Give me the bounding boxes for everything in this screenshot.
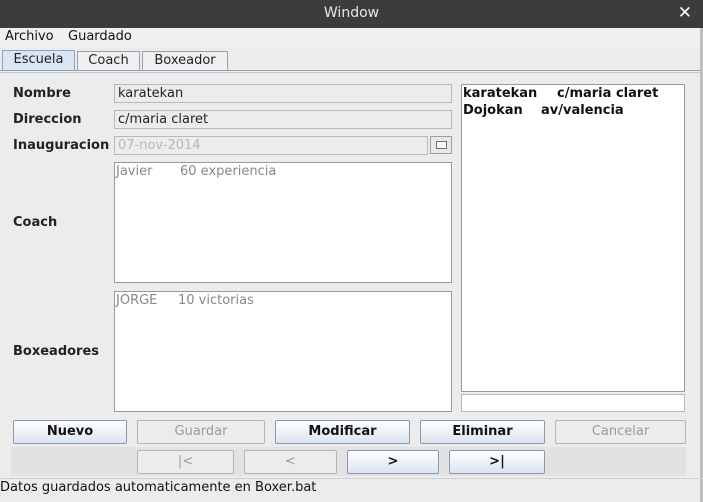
tab-divider — [0, 70, 703, 71]
tab-coach[interactable]: Coach — [77, 51, 140, 71]
coach-list-item[interactable]: Javier 60 experiencia — [116, 164, 276, 179]
search-field[interactable] — [461, 394, 685, 412]
menu-archivo[interactable]: Archivo — [5, 29, 54, 44]
previous-record-button[interactable]: < — [244, 450, 337, 474]
first-record-button[interactable]: |< — [137, 450, 234, 474]
title-bar: Window ✕ — [0, 0, 703, 28]
status-divider — [0, 478, 703, 479]
new-button[interactable]: Nuevo — [13, 420, 127, 444]
delete-button[interactable]: Eliminar — [420, 420, 545, 444]
status-bar: Datos guardados automaticamente en Boxer… — [0, 480, 317, 495]
next-record-button[interactable]: > — [347, 450, 439, 474]
school-name: Dojokan — [463, 103, 523, 118]
menu-bar: Archivo Guardado — [0, 28, 703, 48]
tab-divider-highlight — [0, 72, 703, 73]
cancel-button[interactable]: Cancelar — [555, 420, 686, 444]
coach-detail: 60 experiencia — [180, 164, 277, 179]
school-name: karatekan — [463, 86, 538, 101]
name-label: Nombre — [13, 86, 71, 101]
opening-date-field[interactable]: 07-nov-2014 — [114, 136, 428, 155]
window-title: Window — [323, 5, 380, 21]
calendar-icon — [436, 141, 447, 149]
school-list-item[interactable]: Dojokan av/valencia — [463, 103, 624, 118]
school-list-item[interactable]: karatekan c/maria claret — [463, 86, 658, 101]
school-address: av/valencia — [541, 103, 624, 118]
opening-label: Inauguracion — [13, 138, 110, 153]
last-record-button[interactable]: >| — [449, 450, 545, 474]
calendar-button[interactable] — [430, 136, 452, 154]
boxer-name: JORGE — [116, 293, 158, 308]
tab-strip: Escuela Coach Boxeador — [0, 50, 703, 71]
boxer-detail: 10 victorias — [178, 293, 254, 308]
address-label: Direccion — [13, 112, 82, 127]
modify-button[interactable]: Modificar — [275, 420, 410, 444]
coach-name: Javier — [116, 164, 153, 179]
coach-list[interactable]: Javier 60 experiencia — [114, 162, 452, 283]
boxer-list-item[interactable]: JORGE 10 victorias — [116, 293, 254, 308]
schools-list[interactable]: karatekan c/maria claret Dojokan av/vale… — [461, 84, 685, 392]
menu-guardado[interactable]: Guardado — [68, 29, 132, 44]
tab-boxeador[interactable]: Boxeador — [142, 51, 228, 71]
school-address: c/maria claret — [557, 86, 659, 101]
coach-label: Coach — [13, 215, 58, 230]
boxers-label: Boxeadores — [13, 344, 100, 359]
address-field[interactable]: c/maria claret — [114, 110, 452, 129]
name-field[interactable]: karatekan — [114, 84, 452, 103]
tab-escuela[interactable]: Escuela — [2, 50, 75, 71]
close-icon[interactable]: ✕ — [678, 3, 692, 23]
boxer-list[interactable]: JORGE 10 victorias — [114, 291, 452, 412]
save-button[interactable]: Guardar — [137, 420, 265, 444]
